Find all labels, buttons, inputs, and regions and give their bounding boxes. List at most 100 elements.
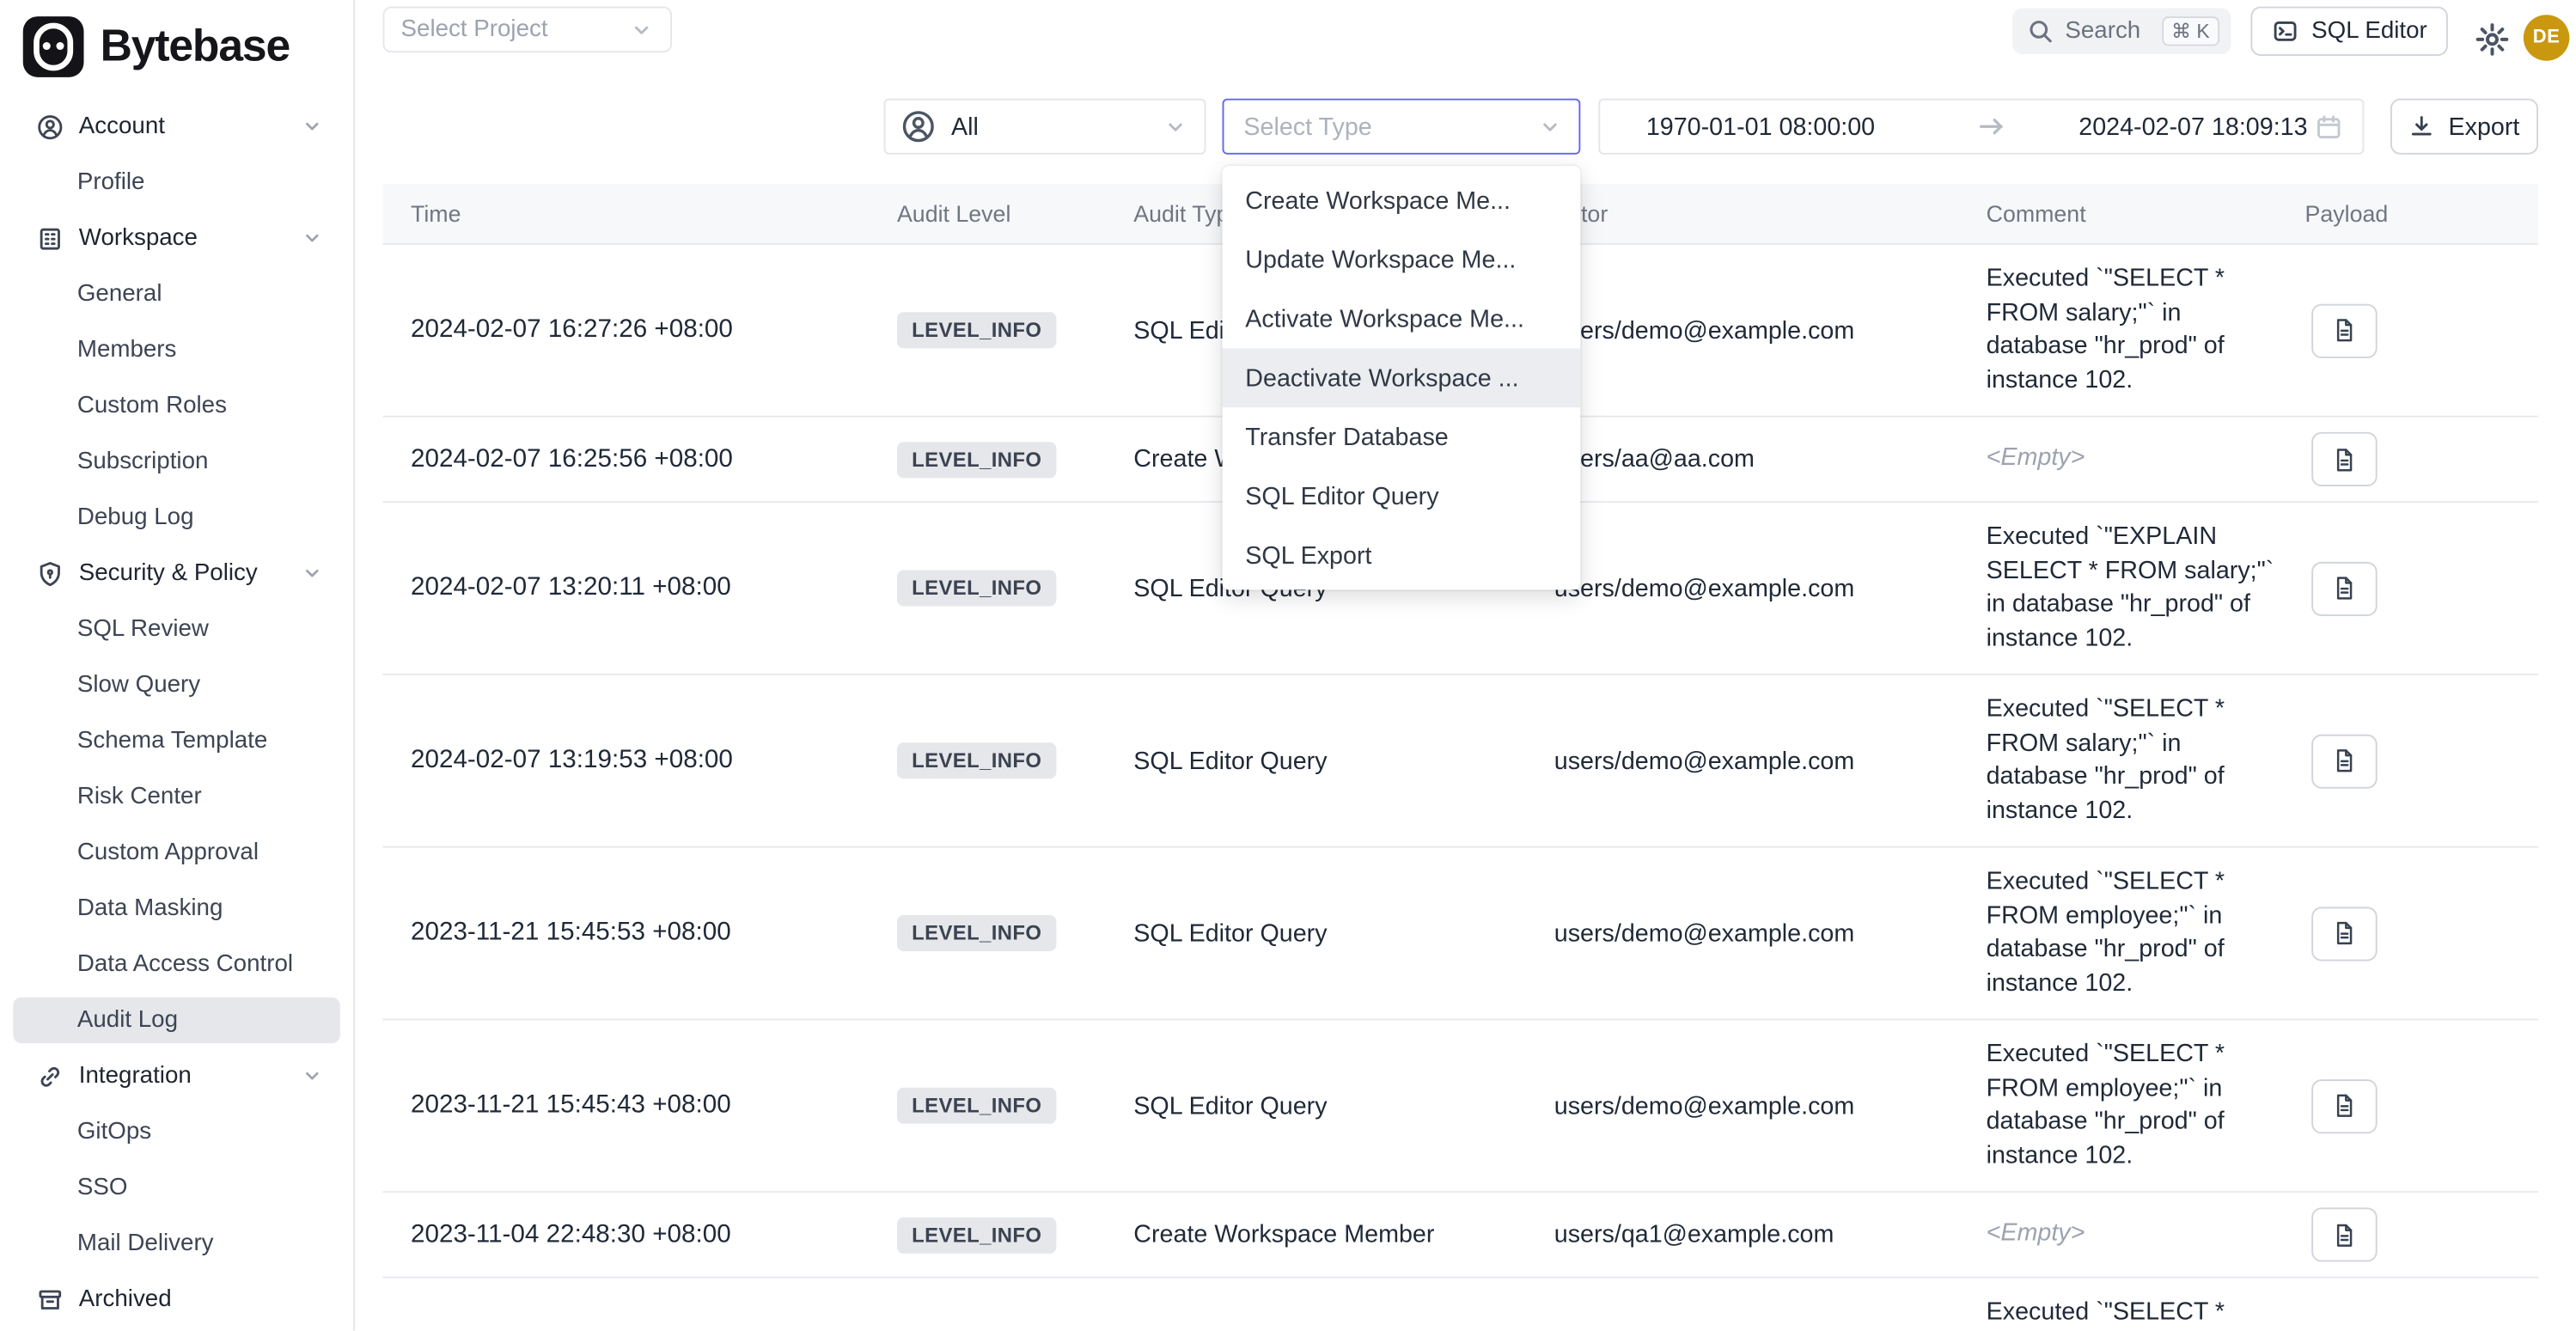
cell-time: 2024-02-07 13:20:11 +08:00: [382, 573, 896, 602]
sidebar-item-label: Data Access Control: [77, 951, 293, 978]
type-option-deactivate-workspace[interactable]: Deactivate Workspace ...: [1223, 348, 1581, 407]
audit-level-badge: LEVEL_INFO: [897, 1088, 1057, 1124]
sql-editor-button[interactable]: SQL Editor: [2250, 7, 2448, 56]
scope-filter-select[interactable]: All: [884, 99, 1206, 155]
type-option-create-workspace-me[interactable]: Create Workspace Me...: [1223, 171, 1581, 230]
file-icon: [2331, 920, 2358, 947]
sidebar-item-members[interactable]: Members: [13, 327, 339, 373]
sidebar-item-slow-query[interactable]: Slow Query: [13, 662, 339, 709]
cell-time: 2023-11-04 22:48:30 +08:00: [382, 1220, 896, 1249]
type-option-activate-workspace-me[interactable]: Activate Workspace Me...: [1223, 290, 1581, 349]
sidebar-item-label: SSO: [77, 1175, 128, 1201]
sidebar-item-audit-log[interactable]: Audit Log: [13, 998, 339, 1044]
settings-button[interactable]: [2471, 18, 2514, 61]
sidebar-item-mail-delivery[interactable]: Mail Delivery: [13, 1221, 339, 1267]
sidebar-item-integration[interactable]: Integration: [13, 1053, 339, 1100]
cell-actor: users/demo@example.com: [1541, 747, 1986, 775]
sidebar-item-general[interactable]: General: [13, 271, 339, 317]
search-icon: [2027, 18, 2054, 45]
cell-audit-type: SQL Editor Query: [1133, 1092, 1541, 1120]
sidebar-item-data-masking[interactable]: Data Masking: [13, 886, 339, 932]
select-project-dropdown[interactable]: Select Project: [382, 7, 672, 53]
cell-audit-level: LEVEL_INFO: [897, 1088, 1133, 1124]
sidebar-item-workspace[interactable]: Workspace: [13, 215, 339, 261]
table-row: 2023-11-21 15:45:43 +08:00LEVEL_INFOSQL …: [382, 1020, 2538, 1193]
type-filter-select[interactable]: Select Type: [1223, 99, 1581, 155]
sidebar-item-label: Custom Approval: [77, 840, 259, 866]
sidebar-item-label: Workspace: [79, 225, 198, 252]
payload-button[interactable]: [2311, 1078, 2377, 1133]
sidebar-item-label: Data Masking: [77, 895, 223, 922]
date-range-picker[interactable]: 1970-01-01 08:00:00 2024-02-07 18:09:13: [1598, 99, 2364, 155]
main: Select Project Search ⌘ K SQL Editor DE …: [355, 0, 2576, 1331]
type-dropdown-menu: Create Workspace Me...Update Workspace M…: [1223, 166, 1581, 589]
audit-level-badge: LEVEL_INFO: [897, 312, 1057, 348]
security-icon: [36, 559, 64, 588]
sidebar-item-security-policy[interactable]: Security & Policy: [13, 551, 339, 597]
sidebar-item-debug-log[interactable]: Debug Log: [13, 495, 339, 541]
chevron-down-icon: [301, 1065, 324, 1088]
payload-button[interactable]: [2311, 906, 2377, 960]
cell-audit-level: LEVEL_INFO: [897, 441, 1133, 477]
cell-audit-level: LEVEL_INFO: [897, 312, 1133, 348]
cell-actor: users/demo@example.com: [1541, 316, 1986, 345]
sidebar-item-label: Audit Log: [77, 1007, 178, 1034]
cell-actor: users/demo@example.com: [1541, 919, 1986, 948]
empty-comment: <Empty>: [1987, 1219, 2085, 1248]
sidebar-item-sso[interactable]: SSO: [13, 1165, 339, 1212]
type-filter-placeholder: Select Type: [1243, 113, 1537, 141]
cell-comment: Executed `"SELECT * FROM salary;"` in da…: [1987, 245, 2292, 416]
cell-audit-type: SQL Editor Query: [1133, 747, 1541, 775]
type-option-update-workspace-me[interactable]: Update Workspace Me...: [1223, 230, 1581, 290]
sidebar-item-label: SQL Review: [77, 616, 209, 643]
cell-comment: Executed `"EXPLAIN SELECT * FROM salary;…: [1987, 503, 2292, 674]
column-header-time: Time: [382, 200, 896, 227]
cell-time: 2023-11-21 15:45:53 +08:00: [382, 919, 896, 948]
sidebar-item-archived[interactable]: Archived: [13, 1277, 339, 1323]
search-input[interactable]: Search ⌘ K: [2012, 9, 2231, 55]
sidebar-item-custom-roles[interactable]: Custom Roles: [13, 382, 339, 429]
sidebar-item-account[interactable]: Account: [13, 103, 339, 150]
sidebar-item-schema-template[interactable]: Schema Template: [13, 718, 339, 765]
file-icon: [2331, 1092, 2358, 1119]
sidebar-item-label: Integration: [79, 1063, 192, 1090]
type-option-sql-export[interactable]: SQL Export: [1223, 526, 1581, 585]
avatar[interactable]: DE: [2524, 15, 2570, 61]
empty-comment: <Empty>: [1987, 444, 2085, 473]
payload-button[interactable]: [2311, 303, 2377, 357]
table-row: 2023-11-04 22:48:30 +08:00LEVEL_INFOCrea…: [382, 1193, 2538, 1278]
chevron-down-icon: [301, 562, 324, 585]
sidebar-item-gitops[interactable]: GitOps: [13, 1109, 339, 1156]
sidebar-item-risk-center[interactable]: Risk Center: [13, 774, 339, 821]
sidebar-item-label: Account: [79, 113, 165, 140]
download-icon: [2409, 113, 2436, 140]
chevron-down-icon: [1538, 114, 1563, 139]
payload-button[interactable]: [2311, 561, 2377, 615]
payload-button[interactable]: [2311, 1207, 2377, 1261]
sidebar-item-sql-review[interactable]: SQL Review: [13, 607, 339, 653]
type-option-sql-editor-query[interactable]: SQL Editor Query: [1223, 467, 1581, 526]
audit-level-badge: LEVEL_INFO: [897, 915, 1057, 951]
type-option-transfer-database[interactable]: Transfer Database: [1223, 407, 1581, 467]
sidebar-item-label: Security & Policy: [79, 560, 258, 587]
cell-comment: Executed `"SELECT * FROM department;"` i…: [1987, 1279, 2292, 1331]
sidebar-item-subscription[interactable]: Subscription: [13, 439, 339, 485]
cell-payload: [2292, 303, 2538, 357]
sidebar-item-custom-approval[interactable]: Custom Approval: [13, 830, 339, 876]
app: Bytebase Account Profile Workspace General M…: [0, 0, 2576, 1331]
payload-button[interactable]: [2311, 432, 2377, 486]
archived-icon: [36, 1285, 64, 1314]
sidebar-item-data-access-control[interactable]: Data Access Control: [13, 942, 339, 988]
cell-audit-level: LEVEL_INFO: [897, 742, 1133, 778]
brand[interactable]: Bytebase: [0, 0, 353, 94]
cell-time: 2024-02-07 16:27:26 +08:00: [382, 315, 896, 345]
brand-name: Bytebase: [101, 21, 290, 72]
sidebar-item-profile[interactable]: Profile: [13, 159, 339, 205]
chevron-down-icon: [301, 115, 324, 138]
payload-button[interactable]: [2311, 734, 2377, 788]
cell-actor: users/demo@example.com: [1541, 1092, 1986, 1120]
arrow-right-icon: [1977, 112, 2006, 141]
export-button[interactable]: Export: [2390, 99, 2538, 155]
bytebase-logo: [23, 16, 84, 77]
cell-time: 2024-02-07 13:19:53 +08:00: [382, 746, 896, 775]
